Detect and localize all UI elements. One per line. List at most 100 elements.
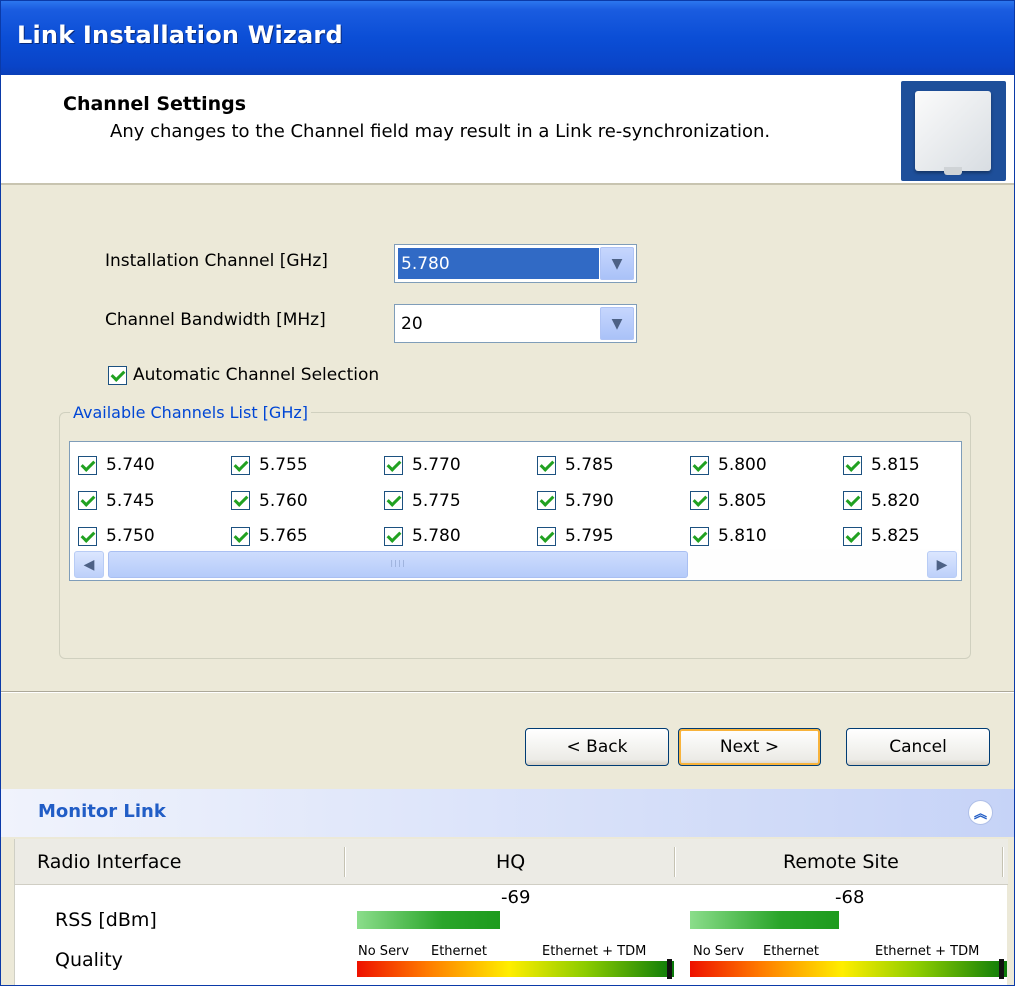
channel-label: 5.755 xyxy=(259,455,308,475)
double-chevron-up-icon[interactable]: ︽ xyxy=(968,800,993,825)
channel-checkbox[interactable] xyxy=(537,526,556,546)
remote-quality-marker xyxy=(999,959,1004,979)
channel-label: 5.810 xyxy=(718,526,767,546)
channel-label: 5.820 xyxy=(871,490,920,511)
chevron-down-icon[interactable]: ▼ xyxy=(600,307,634,340)
channel-item[interactable]: 5.820 xyxy=(843,486,996,516)
hq-rss-value: -69 xyxy=(501,887,531,908)
channel-item[interactable]: 5.755 xyxy=(231,450,384,480)
chevron-down-icon[interactable]: ▼ xyxy=(600,247,634,280)
channel-checkbox[interactable] xyxy=(690,526,709,546)
auto-channel-checkbox[interactable] xyxy=(108,365,127,385)
monitor-table: Radio Interface HQ Remote Site RSS [dBm]… xyxy=(14,839,1008,985)
channel-label: 5.800 xyxy=(718,455,767,475)
channel-item[interactable]: 5.740 xyxy=(78,450,231,480)
antenna-panel-face xyxy=(915,91,991,171)
channel-checkbox[interactable] xyxy=(690,491,709,510)
scrollbar-thumb[interactable]: IIII xyxy=(108,551,688,578)
page-title: Channel Settings xyxy=(63,93,247,115)
wizard-header: Channel Settings Any changes to the Chan… xyxy=(1,75,1014,185)
channel-bandwidth-value: 20 xyxy=(401,314,423,334)
channel-label: 5.780 xyxy=(412,526,461,546)
channel-label: 5.790 xyxy=(565,490,614,511)
channel-label: 5.775 xyxy=(412,490,461,511)
hq-rss-bar xyxy=(357,911,500,929)
rss-row-label: RSS [dBm] xyxy=(55,909,157,931)
channel-label: 5.750 xyxy=(106,526,155,546)
channel-list: 5.740 5.755 5.770 5.785 5.800 5.815 5.745 5.760… xyxy=(69,441,962,581)
channel-label: 5.765 xyxy=(259,526,308,546)
channel-label: 5.825 xyxy=(871,526,920,546)
monitor-link-title: Monitor Link xyxy=(38,801,166,822)
channel-bandwidth-label: Channel Bandwidth [MHz] xyxy=(105,310,326,330)
col-remote-site: Remote Site xyxy=(783,851,899,873)
quality-row-label: Quality xyxy=(55,949,123,971)
page-subtitle: Any changes to the Channel field may res… xyxy=(110,121,771,142)
hq-quality-bar xyxy=(357,961,674,977)
available-channels-legend: Available Channels List [GHz] xyxy=(73,403,308,422)
wizard-window: Link Installation Wizard Channel Setting… xyxy=(0,0,1015,986)
installation-channel-select[interactable]: 5.780 ▼ xyxy=(394,244,637,283)
channel-item[interactable]: 5.790 xyxy=(537,486,690,516)
channel-checkbox[interactable] xyxy=(231,526,250,546)
channel-item[interactable]: 5.770 xyxy=(384,450,537,480)
channel-checkbox[interactable] xyxy=(843,455,862,475)
channel-item[interactable]: 5.815 xyxy=(843,450,996,480)
remote-quality-low-label: No Serv xyxy=(693,944,745,959)
cancel-button[interactable]: Cancel xyxy=(846,728,990,766)
channel-checkbox[interactable] xyxy=(384,526,403,546)
channel-label: 5.760 xyxy=(259,490,308,511)
channel-checkbox[interactable] xyxy=(690,455,709,475)
arrow-right-icon[interactable]: ▶ xyxy=(927,551,957,578)
next-button[interactable]: Next > xyxy=(678,728,821,766)
channel-label: 5.805 xyxy=(718,490,767,511)
channel-label: 5.745 xyxy=(106,490,155,511)
hq-quality-low-label: No Serv xyxy=(358,944,410,959)
column-divider xyxy=(674,847,676,877)
arrow-left-icon[interactable]: ◀ xyxy=(74,551,104,578)
channel-item[interactable]: 5.750 xyxy=(78,521,231,551)
channel-item[interactable]: 5.810 xyxy=(690,521,843,551)
channel-item[interactable]: 5.805 xyxy=(690,486,843,516)
remote-quality-high-label: Ethernet + TDM xyxy=(875,944,980,959)
channel-item[interactable]: 5.760 xyxy=(231,486,384,516)
channel-item[interactable]: 5.765 xyxy=(231,521,384,551)
window-title: Link Installation Wizard xyxy=(17,21,343,49)
channel-checkbox[interactable] xyxy=(231,491,250,510)
channel-item[interactable]: 5.800 xyxy=(690,450,843,480)
monitor-link-header[interactable]: Monitor Link ︽ xyxy=(1,789,1014,837)
channel-item[interactable]: 5.775 xyxy=(384,486,537,516)
channel-item[interactable]: 5.745 xyxy=(78,486,231,516)
back-button[interactable]: < Back xyxy=(525,728,669,766)
channel-checkbox[interactable] xyxy=(384,455,403,475)
title-bar[interactable]: Link Installation Wizard xyxy=(1,1,1014,75)
channel-checkbox[interactable] xyxy=(78,455,97,475)
channel-checkbox[interactable] xyxy=(843,526,862,546)
antenna-mount xyxy=(944,167,962,175)
channel-item[interactable]: 5.780 xyxy=(384,521,537,551)
channel-checkbox[interactable] xyxy=(78,491,97,510)
hq-quality-mid-label: Ethernet xyxy=(431,944,487,959)
channel-checkbox[interactable] xyxy=(537,455,556,475)
horizontal-scrollbar[interactable]: ◀ IIII ▶ xyxy=(72,549,959,580)
remote-rss-value: -68 xyxy=(835,887,865,908)
hq-quality-high-label: Ethernet + TDM xyxy=(542,944,647,959)
channel-item[interactable]: 5.825 xyxy=(843,521,996,551)
channel-checkbox[interactable] xyxy=(537,491,556,510)
channel-item[interactable]: 5.795 xyxy=(537,521,690,551)
channel-bandwidth-select[interactable]: 20 ▼ xyxy=(394,304,637,343)
channel-checkbox[interactable] xyxy=(843,491,862,510)
footer-separator xyxy=(1,691,1014,693)
channel-label: 5.815 xyxy=(871,455,920,475)
auto-channel-selection[interactable]: Automatic Channel Selection xyxy=(108,365,379,385)
channel-checkbox[interactable] xyxy=(384,491,403,510)
col-radio-interface: Radio Interface xyxy=(37,851,182,873)
auto-channel-label: Automatic Channel Selection xyxy=(133,365,380,385)
installation-channel-label: Installation Channel [GHz] xyxy=(105,251,328,271)
monitor-table-header: Radio Interface HQ Remote Site xyxy=(15,839,1008,885)
channel-grid: 5.740 5.755 5.770 5.785 5.800 5.815 5.745 5.760… xyxy=(78,450,958,557)
channel-item[interactable]: 5.785 xyxy=(537,450,690,480)
channel-checkbox[interactable] xyxy=(78,526,97,546)
channel-label: 5.785 xyxy=(565,455,614,475)
channel-checkbox[interactable] xyxy=(231,455,250,475)
